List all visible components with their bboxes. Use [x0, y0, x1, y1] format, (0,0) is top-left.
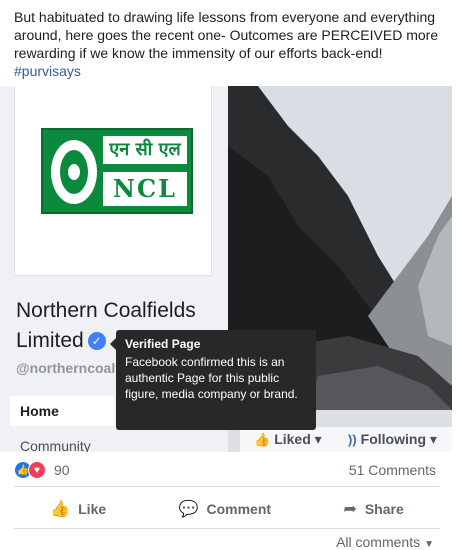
logo-hindi-text: एन सी एल	[103, 136, 187, 164]
verified-check-icon[interactable]: ✓	[87, 332, 106, 350]
thumbs-up-outline-icon: 👍	[50, 501, 71, 518]
tooltip-body: Facebook confirmed this is an authentic …	[125, 355, 298, 401]
post-text: But habituated to drawing life lessons f…	[14, 8, 444, 80]
love-reaction-icon: ♥	[28, 461, 46, 479]
verified-tooltip: Verified Page Facebook confirmed this is…	[110, 330, 316, 430]
liked-button[interactable]: 👍 Liked ▾	[254, 431, 322, 448]
comments-count[interactable]: 51 Comments	[349, 462, 436, 478]
following-button[interactable]: )) Following ▾	[348, 431, 437, 448]
share-button[interactable]: ➦ Share	[343, 499, 403, 519]
coal-emblem-icon	[51, 140, 97, 204]
divider	[14, 528, 440, 529]
page-handle: @northerncoalfields	[16, 360, 116, 376]
post-actions: 👍 Like 💬 Comment ➦ Share	[14, 494, 440, 524]
nav-item-community[interactable]: Community	[20, 438, 91, 452]
all-comments-filter[interactable]: All comments ▼	[336, 534, 434, 550]
divider	[14, 486, 440, 487]
reaction-summary[interactable]: 👍 ♥ 90	[14, 460, 70, 480]
logo-abbr-text: NCL	[103, 172, 187, 206]
post-body: But habituated to drawing life lessons f…	[14, 9, 439, 61]
comment-button[interactable]: 💬 Comment	[179, 499, 271, 519]
profile-picture[interactable]: एन सी एल NCL	[14, 86, 212, 276]
ncl-logo: एन सी एल NCL	[41, 128, 193, 214]
page-name-line2: Limited	[16, 329, 84, 352]
share-arrow-icon: ➦	[343, 501, 357, 518]
speech-bubble-icon: 💬	[178, 501, 199, 518]
reaction-count: 90	[54, 462, 70, 478]
like-button[interactable]: 👍 Like	[50, 499, 106, 519]
tooltip-title: Verified Page	[125, 337, 201, 351]
rss-icon: ))	[348, 432, 357, 447]
page-name-line1: Northern Coalfields	[16, 299, 196, 322]
hashtag-link[interactable]: #purvisays	[14, 62, 444, 80]
caret-down-icon: ▼	[424, 539, 434, 550]
tooltip-arrow	[110, 338, 116, 350]
thumbs-up-icon: 👍	[254, 432, 271, 447]
nav-item-home[interactable]: Home	[10, 396, 114, 426]
